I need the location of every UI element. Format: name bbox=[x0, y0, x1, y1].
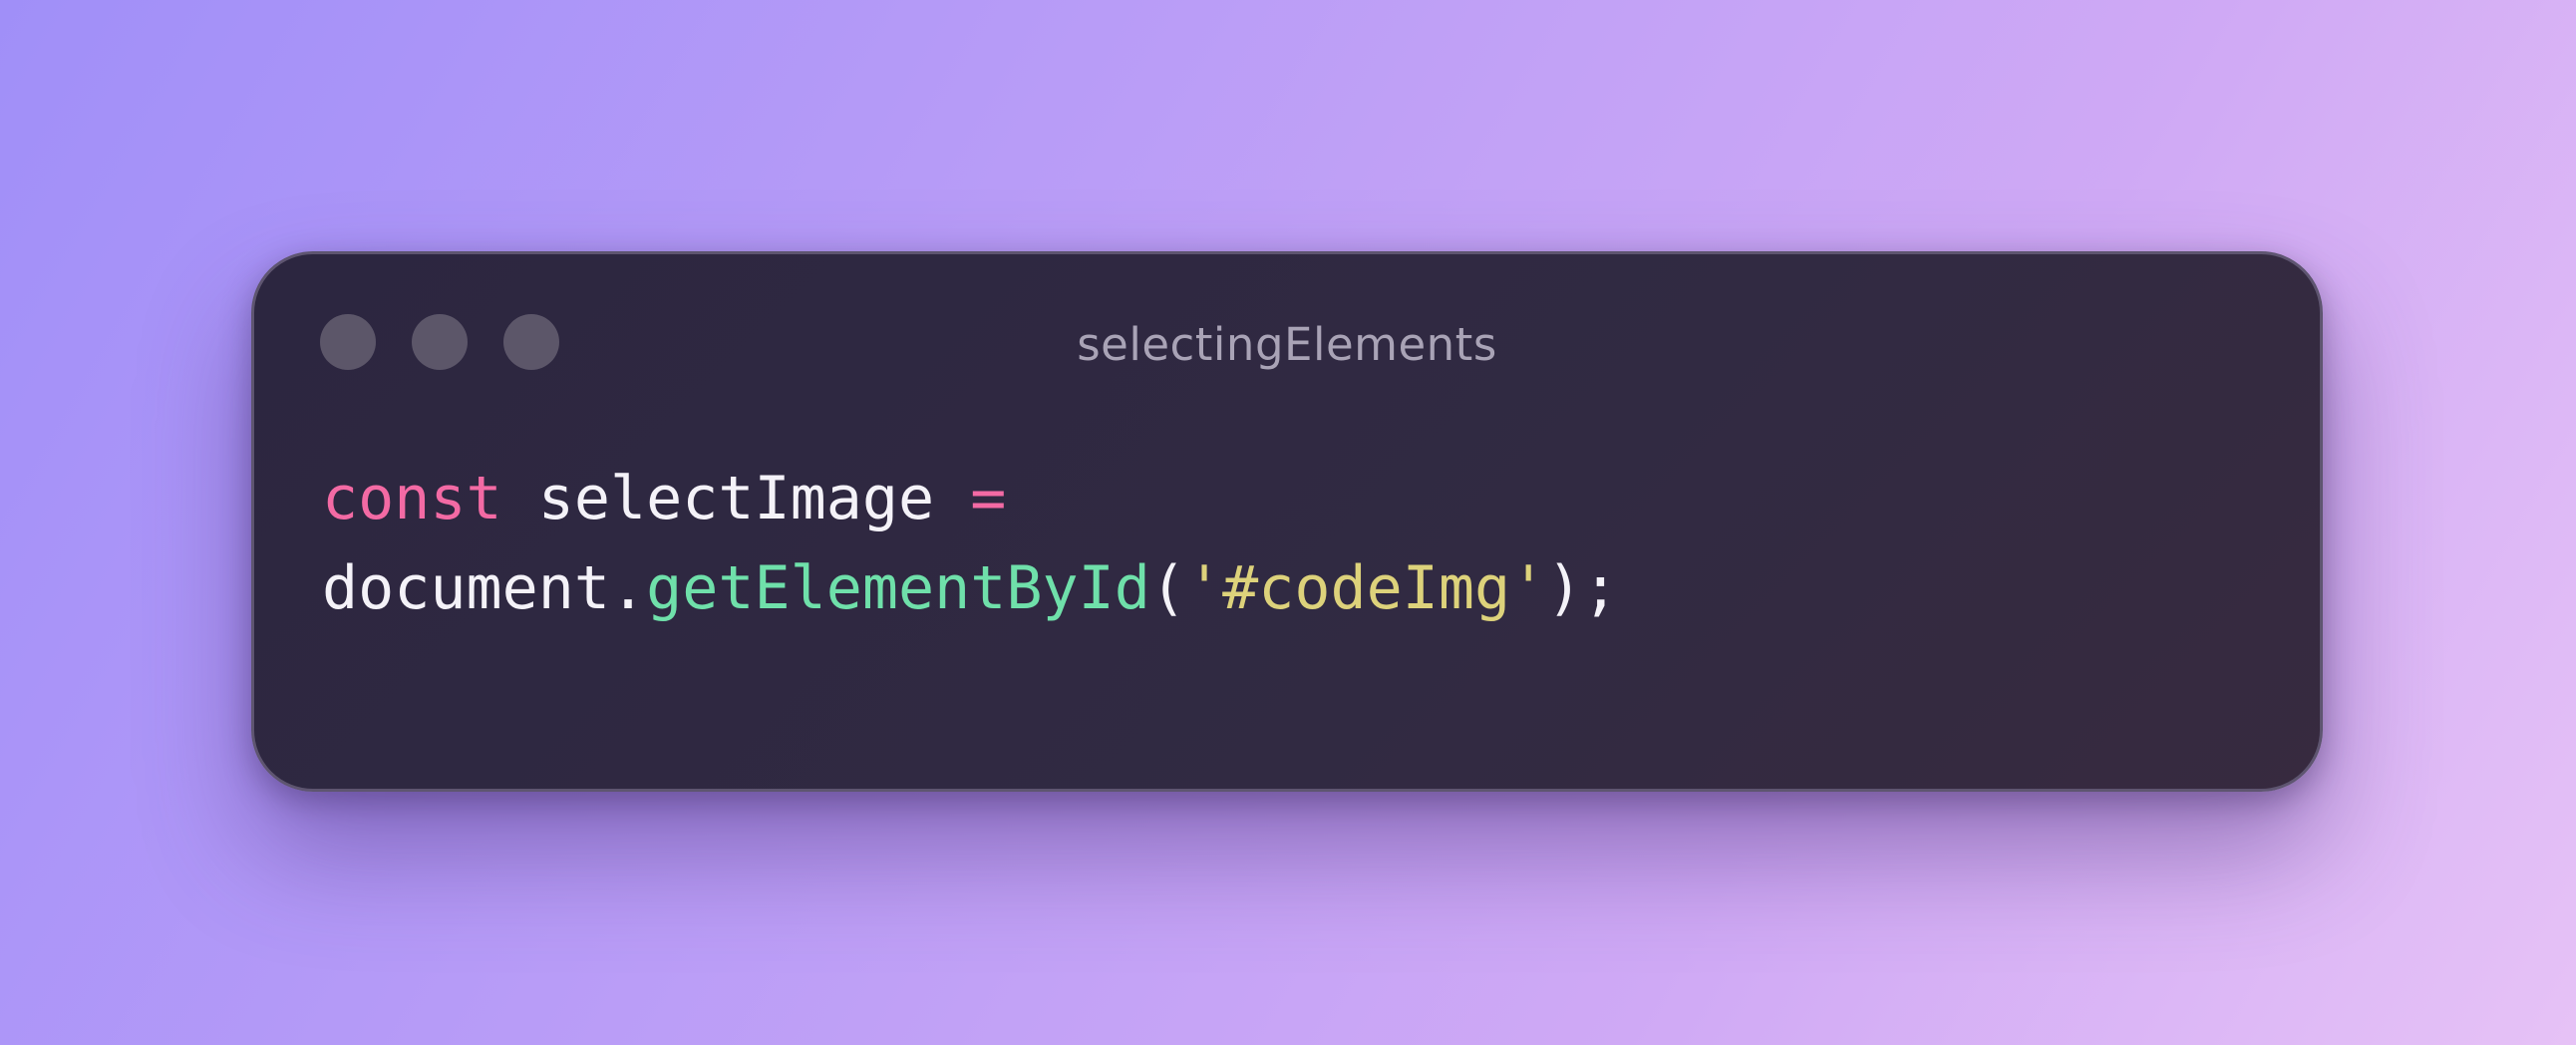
operator-token: = bbox=[970, 464, 1007, 533]
code-window: selectingElements const selectImage = doc… bbox=[251, 251, 2323, 792]
code-line-1: const selectImage = bbox=[322, 454, 1618, 543]
code-block: const selectImage = document.getElementBy… bbox=[322, 454, 1618, 633]
paren-token: ( bbox=[1149, 553, 1186, 623]
window-title: selectingElements bbox=[1077, 318, 1497, 371]
object-token: document. bbox=[322, 553, 647, 623]
close-token: ); bbox=[1546, 553, 1619, 623]
keyword-token: const bbox=[322, 464, 502, 533]
identifier-token: selectImage bbox=[537, 464, 935, 533]
method-token: getElementById bbox=[646, 553, 1150, 623]
string-token: '#codeImg' bbox=[1185, 553, 1547, 623]
code-line-2: document.getElementById('#codeImg'); bbox=[322, 543, 1618, 633]
